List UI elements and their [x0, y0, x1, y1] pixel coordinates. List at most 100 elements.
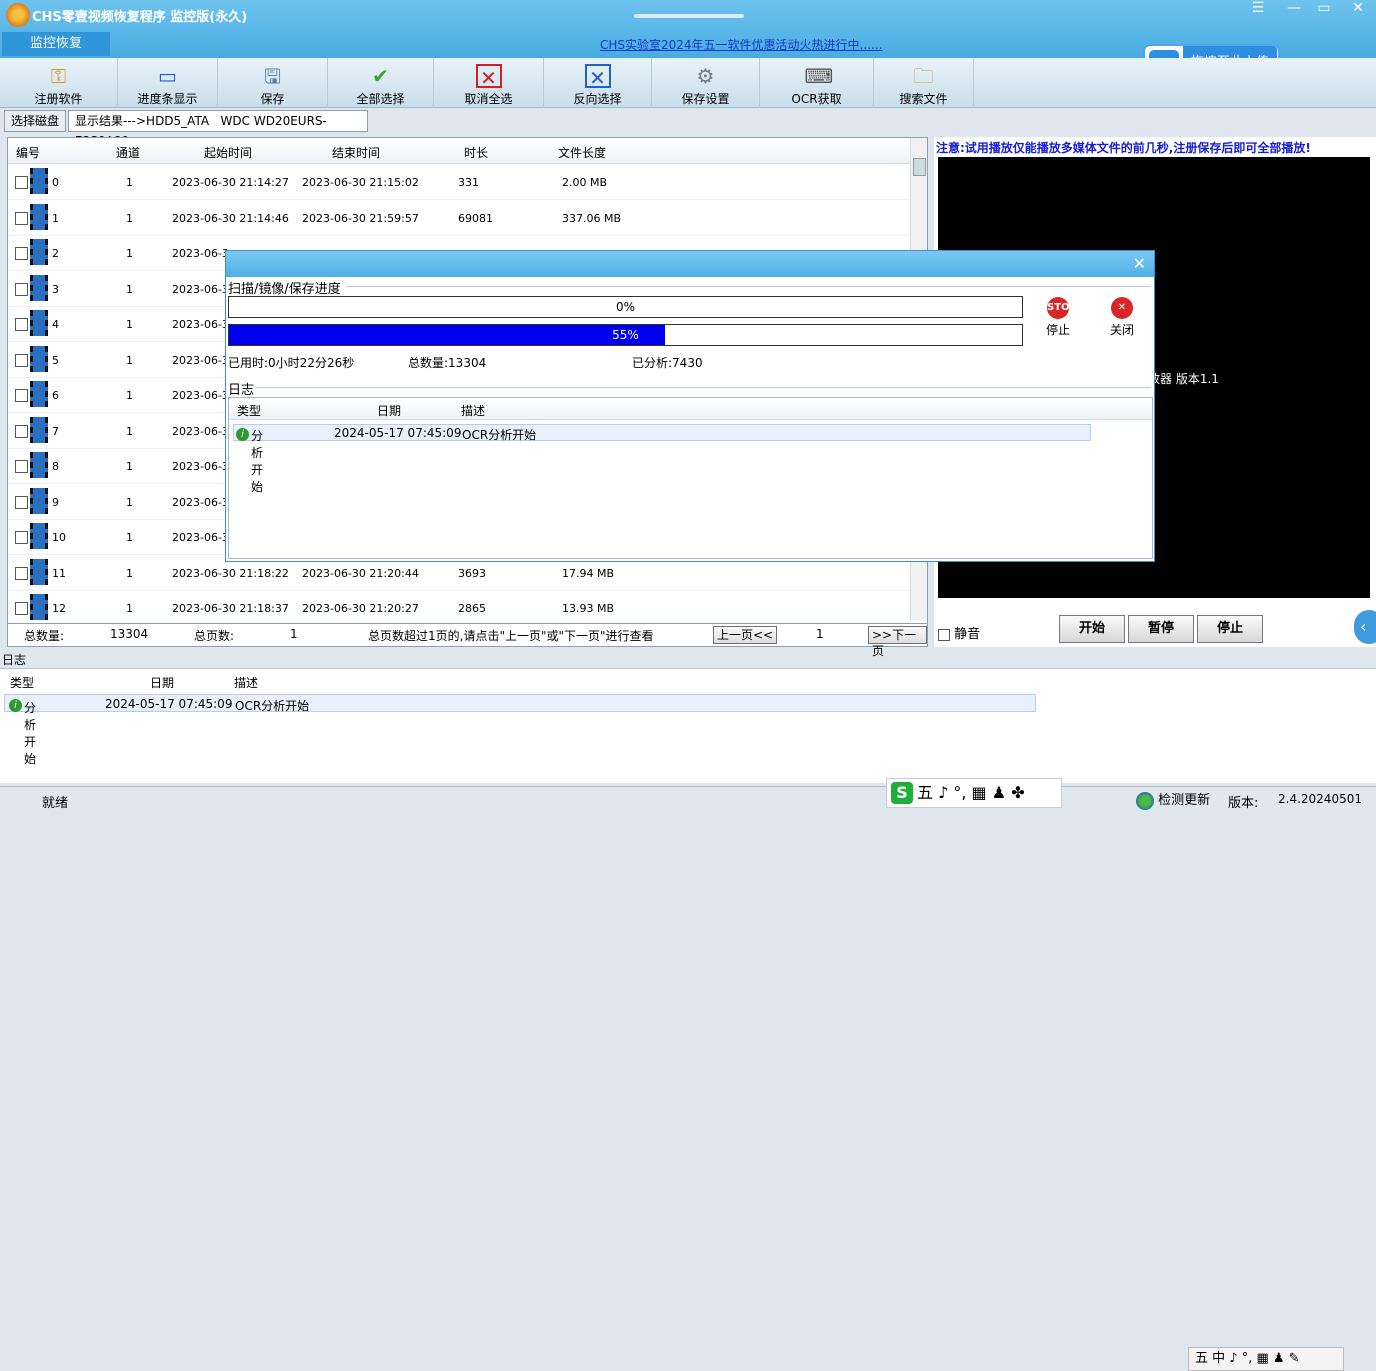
- stop-button[interactable]: 停止: [1197, 615, 1263, 643]
- dialog-log-row[interactable]: i 分析开始 2024-05-17 07:45:09 OCR分析开始: [233, 424, 1091, 494]
- select-all-button[interactable]: ✔ 全部选择: [328, 58, 434, 108]
- table-cell: 2023-06-3: [172, 460, 229, 473]
- total-count: 13304: [110, 627, 149, 641]
- table-row[interactable]: 12 1 2023-06-30 21:18:37 2023-06-30 21:20:2…: [8, 591, 910, 626]
- log-row[interactable]: i 分析开始 2024-05-17 07:45:09 OCR分析开始: [4, 694, 1036, 766]
- col-duration[interactable]: 时长: [464, 144, 488, 161]
- close-button[interactable]: ✕: [1344, 0, 1372, 18]
- ime-toolbar[interactable]: 五 中 ♪ °, ▦ ♟ ✎: [1188, 1347, 1344, 1371]
- analyzed-count: 已分析:7430: [632, 356, 703, 370]
- table-cell: 3: [52, 282, 59, 296]
- progress-display-button[interactable]: ▭ 进度条显示: [118, 58, 218, 108]
- globe-icon: [1136, 791, 1154, 810]
- mute-checkbox[interactable]: 静音: [938, 623, 980, 642]
- invert-selection-button[interactable]: ✕ 反向选择: [544, 58, 652, 108]
- menu-icon[interactable]: ☰: [1244, 0, 1272, 18]
- scroll-thumb[interactable]: [913, 158, 926, 176]
- table-cell: 17.94 MB: [562, 566, 615, 580]
- row-checkbox[interactable]: [15, 247, 28, 260]
- ocr-button[interactable]: ⌨ OCR获取: [760, 58, 874, 108]
- row-checkbox[interactable]: [15, 282, 28, 296]
- folder-icon: 🗀: [913, 64, 934, 88]
- ime-logo-icon: S: [891, 782, 913, 804]
- table-cell: 2023-06-3: [172, 318, 229, 331]
- dialog-close-icon[interactable]: ✕: [1133, 254, 1146, 273]
- table-cell: 1: [126, 602, 133, 615]
- deselect-all-button[interactable]: ✕ 取消全选: [434, 58, 544, 108]
- table-cell: 2.00 MB: [562, 176, 608, 189]
- dialog-header[interactable]: ✕: [226, 251, 1154, 277]
- row-checkbox[interactable]: [15, 602, 28, 615]
- status-bar: 就绪 检测更新 版本: 2.4.20240501: [0, 786, 1376, 811]
- check-update-button[interactable]: 检测更新: [1136, 789, 1210, 810]
- collapse-side-button[interactable]: ‹: [1354, 610, 1376, 644]
- table-cell: 8: [52, 460, 59, 473]
- row-checkbox[interactable]: [15, 424, 28, 438]
- disk-save-icon: 🖫: [263, 64, 282, 88]
- table-cell: 1: [126, 531, 133, 544]
- table-cell: 2023-06-30 21:18:37: [172, 602, 289, 615]
- col-start[interactable]: 起始时间: [204, 144, 252, 161]
- row-checkbox[interactable]: [15, 318, 28, 331]
- play-button[interactable]: 开始: [1059, 615, 1125, 643]
- x-box-icon: ✕: [475, 64, 502, 90]
- tab-select-disk[interactable]: 选择磁盘: [4, 110, 67, 132]
- log-pane: 类型 日期 描述 i 分析开始 2024-05-17 07:45:09 OCR分析…: [0, 669, 1376, 1371]
- trial-notice: 注意:试用播放仅能播放多媒体文件的前几秒,注册保存后即可全部播放!: [936, 141, 1311, 155]
- pause-button[interactable]: 暂停: [1128, 615, 1194, 643]
- table-cell: 2: [52, 247, 59, 260]
- row-checkbox[interactable]: [15, 176, 28, 189]
- current-page[interactable]: 1: [816, 627, 824, 641]
- col-id[interactable]: 编号: [16, 144, 40, 161]
- table-row[interactable]: 0 1 2023-06-30 21:14:27 2023-06-30 21:15:02…: [8, 165, 910, 200]
- save-button[interactable]: 🖫 保存: [218, 58, 328, 108]
- dialog-log-label: 日志: [228, 383, 255, 398]
- register-button[interactable]: ⚿ 注册软件: [0, 58, 118, 108]
- maximize-button[interactable]: ▭: [1310, 0, 1338, 18]
- row-checkbox[interactable]: [15, 495, 28, 509]
- tab-results[interactable]: 显示结果--->HDD5_ATA WDC WD20EURS-73S0A80: [68, 110, 368, 148]
- table-cell: 1: [126, 282, 133, 296]
- next-page-button[interactable]: >>下一页: [868, 626, 927, 658]
- table-cell: 9: [52, 495, 59, 509]
- tab-monitor-recovery[interactable]: 监控恢复: [2, 32, 110, 56]
- window-title: CHS零壹视频恢复程序 监控版(永久): [32, 10, 248, 25]
- row-checkbox[interactable]: [15, 353, 28, 367]
- row-checkbox[interactable]: [15, 389, 28, 402]
- progress-bar-1: 0%: [228, 296, 1023, 318]
- dialog-stop-button[interactable]: STOP 停止: [1042, 297, 1077, 338]
- prev-page-button[interactable]: 上一页<<: [713, 626, 778, 644]
- table-cell: 1: [126, 424, 133, 438]
- dialog-close-button[interactable]: ✕ 关闭: [1106, 297, 1138, 338]
- film-icon: [30, 487, 48, 514]
- table-cell: 0: [52, 176, 59, 189]
- table-row[interactable]: 1 1 2023-06-30 21:14:46 2023-06-30 21:59:57…: [8, 201, 910, 236]
- row-checkbox[interactable]: [15, 460, 28, 473]
- table-cell: 2023-06-3: [172, 282, 229, 296]
- ime-floating-bar[interactable]: S五 ♪ °, ▦ ♟ ✤: [886, 778, 1062, 808]
- film-icon: [30, 168, 48, 194]
- stop-icon: STOP: [1047, 297, 1077, 319]
- row-checkbox[interactable]: [15, 211, 28, 225]
- drag-handle[interactable]: [634, 14, 744, 18]
- table-cell: 2023-06-3: [172, 531, 229, 544]
- promo-link[interactable]: CHS实验室2024年五一软件优惠活动火热进行中......: [600, 36, 882, 53]
- film-icon: [30, 239, 48, 265]
- search-files-button[interactable]: 🗀 搜索文件: [874, 58, 974, 108]
- minimize-button[interactable]: —: [1280, 0, 1308, 18]
- film-icon: [30, 416, 48, 443]
- col-end[interactable]: 结束时间: [332, 144, 380, 161]
- close-circle-icon: ✕: [1111, 297, 1133, 319]
- progress-dialog: ✕ 扫描/镜像/保存进度 0% 55% STOP 停止 ✕ 关闭 已用时:0小时22…: [225, 250, 1155, 562]
- pager: 总数量: 13304 总页数: 1 总页数超过1页的,请点击"上一页"或"下一页…: [8, 623, 927, 658]
- info-icon: i: [9, 699, 22, 712]
- col-channel[interactable]: 通道: [116, 144, 140, 161]
- table-cell: 12: [52, 602, 66, 615]
- col-size[interactable]: 文件长度: [558, 144, 606, 161]
- row-checkbox[interactable]: [15, 566, 28, 580]
- save-settings-button[interactable]: ⚙ 保存设置: [652, 58, 760, 108]
- progress-bar-icon: ▭: [158, 64, 177, 88]
- log-title: 日志: [0, 651, 1376, 669]
- row-checkbox[interactable]: [15, 531, 28, 544]
- table-cell: 1: [126, 211, 133, 225]
